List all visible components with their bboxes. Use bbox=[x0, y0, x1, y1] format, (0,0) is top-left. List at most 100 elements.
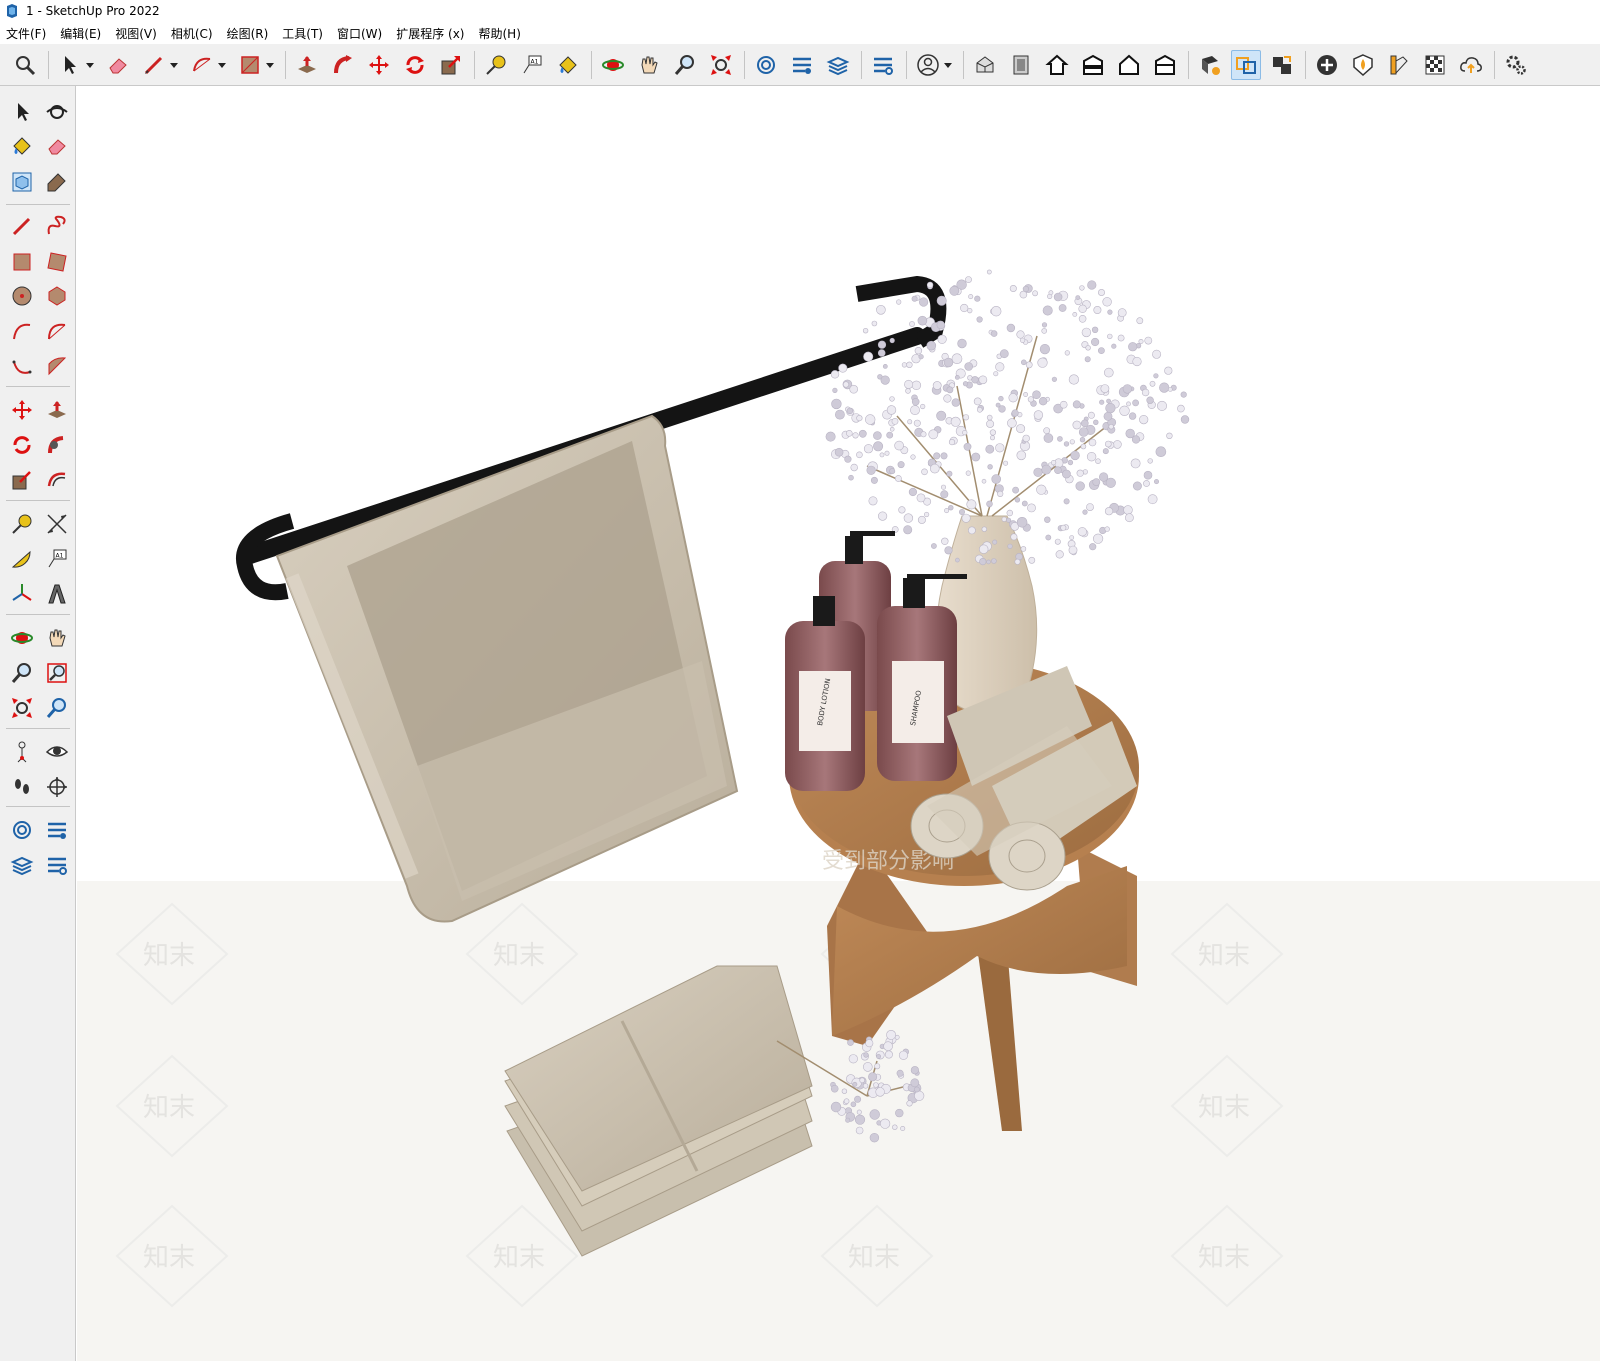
dimension-icon[interactable] bbox=[42, 509, 72, 539]
zoom-extents-icon[interactable] bbox=[706, 50, 736, 80]
extension-warehouse-icon[interactable] bbox=[787, 50, 817, 80]
front-view-icon[interactable] bbox=[1042, 50, 1072, 80]
extension-manager-icon[interactable] bbox=[42, 850, 72, 880]
iso-view-icon[interactable] bbox=[970, 50, 1000, 80]
section-plane-icon[interactable] bbox=[42, 772, 72, 802]
add-location-icon[interactable] bbox=[1312, 50, 1342, 80]
menu-window[interactable]: 窗口(W) bbox=[337, 25, 382, 42]
protractor-icon[interactable] bbox=[7, 544, 37, 574]
intersect-icon[interactable] bbox=[1267, 50, 1297, 80]
toolbar-separator bbox=[1494, 50, 1495, 79]
select-arrow-icon[interactable] bbox=[55, 50, 85, 80]
rotated-rectangle-icon[interactable] bbox=[42, 247, 72, 277]
warehouse-icon[interactable] bbox=[7, 815, 37, 845]
3point-arc-icon[interactable] bbox=[7, 351, 37, 381]
menu-file[interactable]: 文件(F) bbox=[6, 25, 46, 42]
back-view-icon[interactable] bbox=[1114, 50, 1144, 80]
chevron-down-icon[interactable] bbox=[943, 60, 953, 70]
position-camera-icon[interactable] bbox=[7, 737, 37, 767]
cloud-upload-icon[interactable] bbox=[1456, 50, 1486, 80]
solid-inspector-icon[interactable] bbox=[1195, 50, 1225, 80]
tag-icon[interactable] bbox=[42, 167, 72, 197]
tape-measure-icon[interactable] bbox=[481, 50, 511, 80]
pencil-line-icon[interactable] bbox=[139, 50, 169, 80]
paint-bucket-icon[interactable] bbox=[553, 50, 583, 80]
pan-icon[interactable] bbox=[634, 50, 664, 80]
freehand-icon[interactable] bbox=[42, 211, 72, 241]
flower-blossom bbox=[1019, 337, 1026, 343]
extension-manager-icon[interactable] bbox=[868, 50, 898, 80]
make-component-icon[interactable] bbox=[7, 167, 37, 197]
text-icon[interactable]: A1 bbox=[42, 544, 72, 574]
rotate-icon[interactable] bbox=[7, 430, 37, 460]
flower-blossom bbox=[978, 544, 989, 554]
warehouse-icon[interactable] bbox=[751, 50, 781, 80]
move-icon[interactable] bbox=[364, 50, 394, 80]
account-icon[interactable] bbox=[913, 50, 943, 80]
menu-draw[interactable]: 绘图(R) bbox=[227, 25, 269, 42]
3d-text-icon[interactable] bbox=[42, 579, 72, 609]
menu-tools[interactable]: 工具(T) bbox=[282, 25, 323, 42]
menu-help[interactable]: 帮助(H) bbox=[478, 25, 520, 42]
chevron-down-icon[interactable] bbox=[169, 60, 179, 70]
pie-icon[interactable] bbox=[42, 351, 72, 381]
orbit-icon[interactable] bbox=[598, 50, 628, 80]
look-around-icon[interactable] bbox=[42, 737, 72, 767]
paint-bucket-icon[interactable] bbox=[7, 131, 37, 161]
arc-icon[interactable] bbox=[7, 316, 37, 346]
orbit-icon[interactable] bbox=[42, 97, 72, 127]
eraser-icon[interactable] bbox=[103, 50, 133, 80]
top-view-icon[interactable] bbox=[1006, 50, 1036, 80]
scale-icon[interactable] bbox=[436, 50, 466, 80]
chevron-down-icon[interactable] bbox=[85, 60, 95, 70]
menu-view[interactable]: 视图(V) bbox=[115, 25, 157, 42]
push-pull-icon[interactable] bbox=[292, 50, 322, 80]
left-view-icon[interactable] bbox=[1150, 50, 1180, 80]
menu-camera[interactable]: 相机(C) bbox=[171, 25, 213, 42]
move-icon[interactable] bbox=[7, 395, 37, 425]
shadows-icon[interactable] bbox=[1420, 50, 1450, 80]
model-viewport[interactable]: 知末 知末 知末 知末 知末 知末 知末 知末 知末 受到部分影响 BODY L… bbox=[77, 86, 1600, 1361]
2point-arc-icon[interactable] bbox=[42, 316, 72, 346]
sandbox-icon[interactable] bbox=[1348, 50, 1378, 80]
axes-icon[interactable] bbox=[7, 579, 37, 609]
outer-shell-icon[interactable] bbox=[1231, 49, 1261, 80]
rotate-icon[interactable] bbox=[400, 50, 430, 80]
flower-blossom bbox=[1107, 309, 1113, 315]
previous-view-icon[interactable] bbox=[42, 693, 72, 723]
arc-icon[interactable] bbox=[187, 50, 217, 80]
scale-icon[interactable] bbox=[7, 465, 37, 495]
select-icon[interactable] bbox=[7, 97, 37, 127]
layout-icon[interactable] bbox=[823, 50, 853, 80]
chevron-down-icon[interactable] bbox=[265, 60, 275, 70]
zoom-icon[interactable] bbox=[7, 658, 37, 688]
zoom-window-icon[interactable] bbox=[42, 658, 72, 688]
rectangle-icon[interactable] bbox=[7, 247, 37, 277]
settings-icon[interactable] bbox=[1501, 50, 1531, 80]
offset-icon[interactable] bbox=[42, 465, 72, 495]
follow-me-icon[interactable] bbox=[328, 50, 358, 80]
follow-me-icon[interactable] bbox=[42, 430, 72, 460]
line-icon[interactable] bbox=[7, 211, 37, 241]
rectangle-icon[interactable] bbox=[235, 50, 265, 80]
zoom-extents-icon[interactable] bbox=[7, 693, 37, 723]
circle-icon[interactable] bbox=[7, 281, 37, 311]
orbit-icon[interactable] bbox=[7, 623, 37, 653]
chevron-down-icon[interactable] bbox=[217, 60, 227, 70]
pan-icon[interactable] bbox=[42, 623, 72, 653]
right-view-icon[interactable] bbox=[1078, 50, 1108, 80]
zoom-tool-icon[interactable] bbox=[10, 50, 40, 80]
tape-measure-icon[interactable] bbox=[7, 509, 37, 539]
text-label-icon[interactable]: A1 bbox=[517, 50, 547, 80]
walk-icon[interactable] bbox=[7, 772, 37, 802]
polygon-icon[interactable] bbox=[42, 281, 72, 311]
zoom-icon[interactable] bbox=[670, 50, 700, 80]
layout-icon[interactable] bbox=[7, 850, 37, 880]
eraser-icon[interactable] bbox=[42, 131, 72, 161]
menu-edit[interactable]: 编辑(E) bbox=[60, 25, 101, 42]
menu-extensions[interactable]: 扩展程序 (x) bbox=[396, 25, 464, 42]
flower-blossom bbox=[990, 306, 1002, 317]
styles-icon[interactable] bbox=[1384, 50, 1414, 80]
push-pull-icon[interactable] bbox=[42, 395, 72, 425]
extension-warehouse-icon[interactable] bbox=[42, 815, 72, 845]
